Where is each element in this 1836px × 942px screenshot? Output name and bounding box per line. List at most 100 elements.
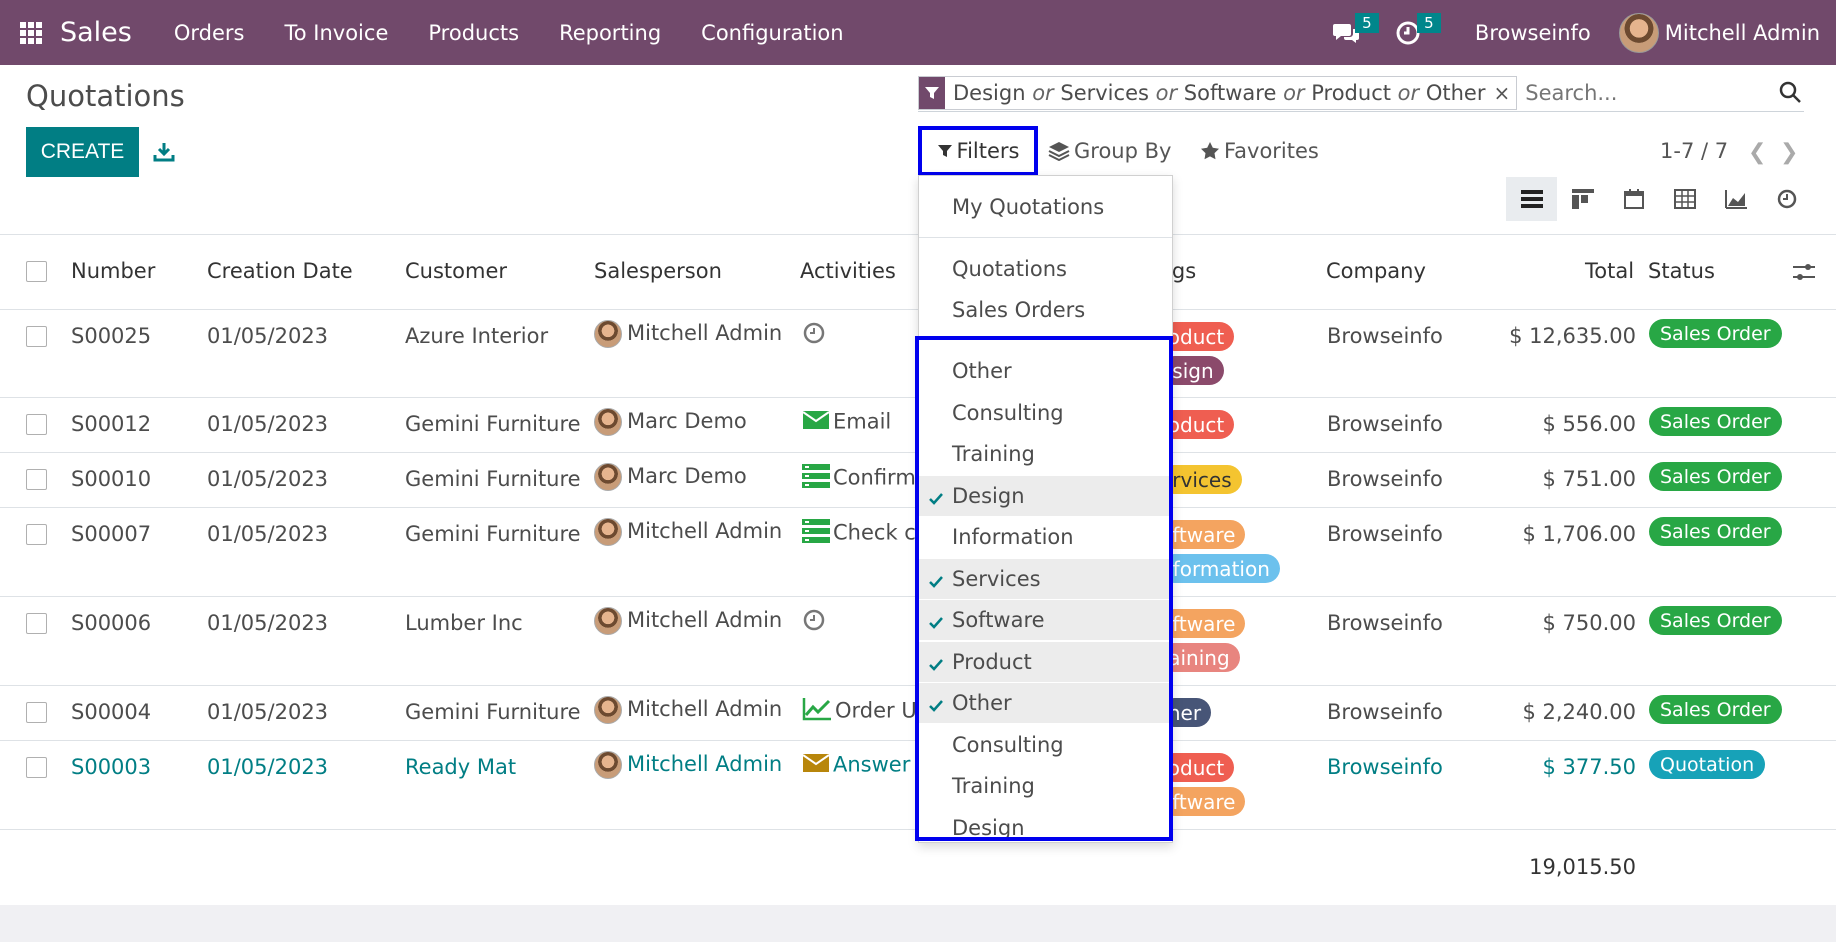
star-icon — [1201, 142, 1219, 160]
creation-date: 01/05/2023 — [207, 467, 329, 491]
search-icon[interactable] — [1778, 80, 1802, 104]
filter-label: Other — [952, 691, 1012, 715]
groupby-label: Group By — [1074, 139, 1172, 163]
filter-tag-training[interactable]: Training — [919, 766, 1172, 806]
salesperson: Mitchell Admin — [594, 751, 782, 779]
filter-tag-training[interactable]: Training — [919, 434, 1172, 474]
filter-label: Consulting — [952, 732, 1064, 757]
row-checkbox[interactable] — [26, 469, 47, 490]
column-creation-date[interactable]: Creation Date — [207, 259, 353, 283]
salesperson-avatar — [594, 751, 622, 779]
clock-icon — [1777, 189, 1796, 209]
salesperson: Marc Demo — [594, 408, 747, 436]
groupby-button[interactable]: Group By — [1048, 139, 1171, 163]
kanban-view-button[interactable] — [1557, 177, 1608, 221]
filter-label: Software — [952, 608, 1045, 632]
user-avatar[interactable] — [1618, 12, 1659, 53]
messages-button[interactable]: 5 — [1319, 0, 1379, 65]
filter-tag-software[interactable]: Software — [919, 600, 1172, 640]
pager-next-icon[interactable]: ❯ — [1780, 140, 1798, 165]
filter-tag-design[interactable]: Design — [919, 808, 1172, 843]
menu-reporting[interactable]: Reporting — [539, 21, 681, 45]
filter-my-quotations[interactable]: My Quotations — [919, 187, 1172, 227]
order-number: S00025 — [71, 324, 152, 348]
filter-tag-information[interactable]: Information — [919, 517, 1172, 557]
activity-cell[interactable]: Answer — [802, 752, 910, 779]
salesperson-avatar — [594, 463, 622, 491]
area-chart-icon — [1724, 190, 1747, 209]
select-all-checkbox[interactable] — [26, 261, 47, 282]
activity-summary: Confirm — [833, 465, 916, 490]
app-brand[interactable]: Sales — [60, 17, 132, 48]
column-status[interactable]: Status — [1648, 259, 1715, 283]
activity-cell[interactable]: Check c — [802, 519, 916, 548]
activity-view-button[interactable] — [1761, 177, 1812, 221]
filter-label: Services — [952, 566, 1041, 591]
pivot-view-button[interactable] — [1659, 177, 1710, 221]
filter-sales-orders[interactable]: Sales Orders — [919, 290, 1172, 330]
pivot-view-icon — [1673, 189, 1696, 209]
row-checkbox[interactable] — [26, 326, 47, 347]
salesperson-name: Mitchell Admin — [627, 697, 783, 721]
activity-cell[interactable]: Confirm — [802, 464, 916, 493]
activity-cell[interactable] — [802, 321, 829, 350]
filters-button[interactable]: Filters — [918, 126, 1038, 176]
activity-cell[interactable]: Order U — [802, 697, 917, 726]
filter-quotations[interactable]: Quotations — [919, 249, 1172, 289]
apps-menu-icon[interactable] — [20, 21, 42, 44]
facet-remove-icon[interactable]: × — [1491, 81, 1516, 105]
row-checkbox[interactable] — [26, 702, 47, 723]
graph-view-button[interactable] — [1710, 177, 1761, 221]
column-total[interactable]: Total — [1585, 259, 1634, 283]
optional-columns-icon[interactable] — [1792, 261, 1816, 283]
filter-tag-product[interactable]: Product — [919, 641, 1172, 682]
row-checkbox[interactable] — [26, 414, 47, 435]
tag-badge: nformation — [1160, 554, 1280, 583]
salesperson-name: Marc Demo — [627, 464, 747, 488]
filter-tag-consulting[interactable]: Consulting — [919, 393, 1172, 433]
filter-tag-other[interactable]: Other — [919, 683, 1172, 723]
row-checkbox[interactable] — [26, 613, 47, 634]
download-icon — [153, 143, 175, 162]
favorites-button[interactable]: Favorites — [1200, 139, 1319, 163]
create-button[interactable]: CREATE — [26, 127, 139, 177]
row-checkbox[interactable] — [26, 524, 47, 545]
menu-to-invoice[interactable]: To Invoice — [265, 21, 409, 45]
creation-date: 01/05/2023 — [207, 324, 329, 348]
search-bar: Design or Services or Software or Produc… — [918, 75, 1804, 112]
search-facet-tags[interactable]: Design or Services or Software or Produc… — [918, 76, 1518, 110]
list-view-button[interactable] — [1506, 177, 1557, 221]
filter-tag-design[interactable]: Design — [919, 475, 1172, 516]
column-customer[interactable]: Customer — [405, 259, 507, 283]
activity-cell[interactable]: Email — [802, 409, 891, 436]
menu-orders[interactable]: Orders — [154, 21, 265, 45]
column-salesperson[interactable]: Salesperson — [594, 259, 722, 283]
activity-cell[interactable] — [802, 608, 829, 637]
search-input[interactable] — [1525, 81, 1786, 105]
activities-count-badge: 5 — [1416, 13, 1441, 33]
column-company[interactable]: Company — [1326, 259, 1426, 283]
menu-configuration[interactable]: Configuration — [681, 21, 863, 45]
column-number[interactable]: Number — [71, 259, 155, 283]
calendar-view-button[interactable] — [1608, 177, 1659, 221]
status-badge: Sales Order — [1649, 695, 1782, 724]
kanban-view-icon — [1571, 189, 1594, 209]
filter-tag-other[interactable]: Other — [919, 351, 1172, 391]
company-name: Browseinfo — [1327, 755, 1443, 779]
menu-products[interactable]: Products — [408, 21, 539, 45]
activity-summary: Check c — [833, 520, 916, 545]
pager-prev-icon[interactable]: ❮ — [1748, 140, 1766, 165]
row-checkbox[interactable] — [26, 757, 47, 778]
user-menu[interactable]: Mitchell Admin — [1665, 21, 1820, 45]
pager-value[interactable]: 1-7 / 7 — [1660, 139, 1728, 163]
filter-tag-services[interactable]: Services — [919, 558, 1172, 599]
company-switcher[interactable]: Browseinfo — [1475, 21, 1591, 45]
company-name: Browseinfo — [1327, 412, 1443, 436]
export-button[interactable] — [150, 137, 178, 167]
order-total: $ 751.00 — [1542, 467, 1636, 491]
activities-button[interactable]: 5 — [1381, 0, 1441, 65]
column-activities[interactable]: Activities — [800, 259, 896, 283]
filter-icon — [937, 145, 952, 157]
order-total: $ 750.00 — [1542, 611, 1636, 635]
filter-tag-consulting[interactable]: Consulting — [919, 725, 1172, 765]
